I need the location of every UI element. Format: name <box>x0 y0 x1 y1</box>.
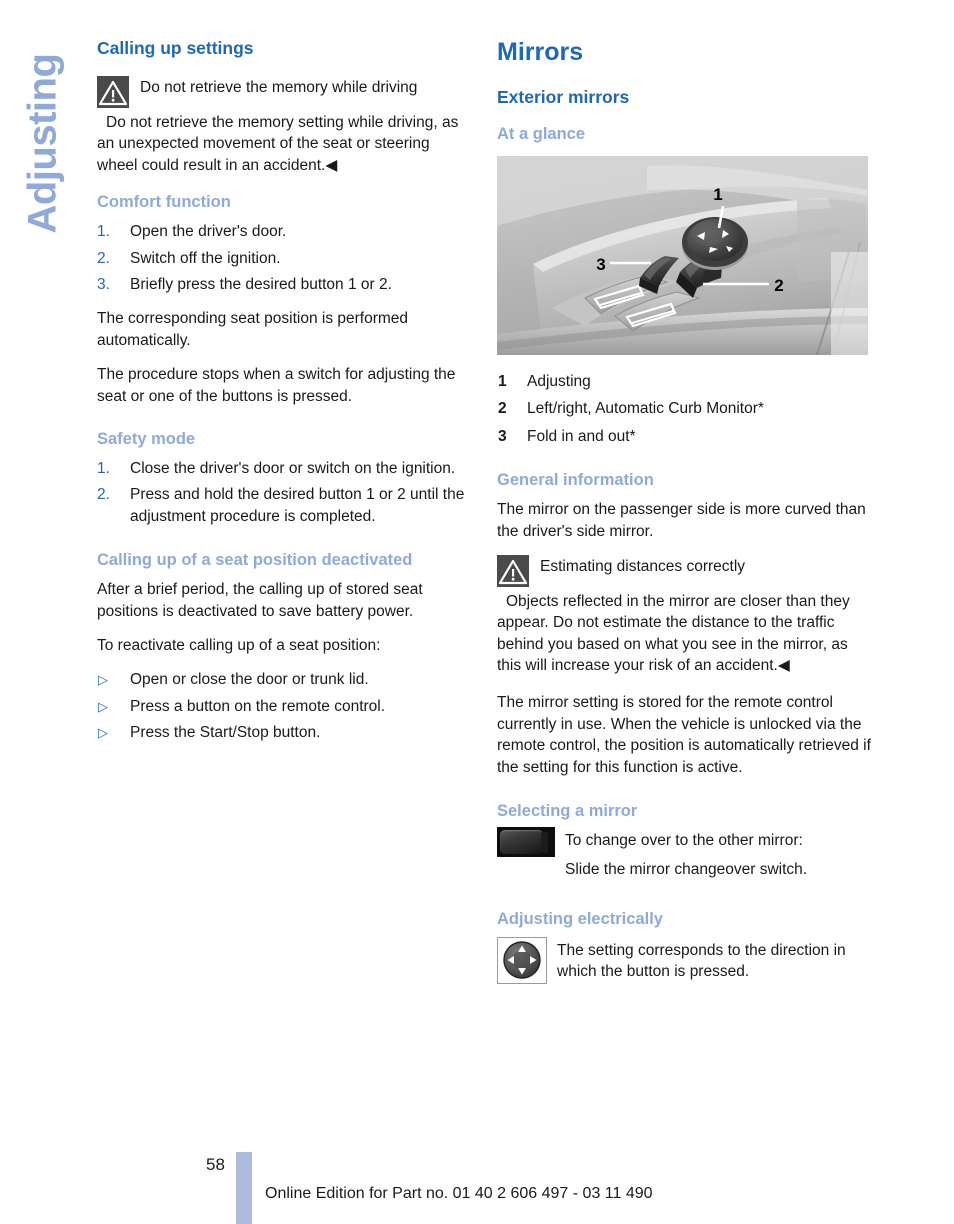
page-title-mirrors: Mirrors <box>497 38 584 66</box>
warning-header: Do not retrieve the memory while driving <box>97 76 472 108</box>
heading-exterior-mirrors: Exterior mirrors <box>497 86 630 107</box>
bullet-text: Press the Start/Stop button. <box>130 724 321 742</box>
left-column: Calling up settings Do not retrieve the … <box>97 38 472 757</box>
comfort-paragraph-2: The procedure stops when a switch for ad… <box>97 366 456 405</box>
list-item: ▷ Press the Start/Stop button. <box>97 722 472 743</box>
safety-mode-steps: 1. Close the driver's door or switch on … <box>97 458 472 527</box>
footer-accent-bar <box>236 1152 252 1224</box>
step-number: 2. <box>97 486 110 504</box>
svg-text:3: 3 <box>596 255 605 274</box>
page-number: 58 <box>206 1155 225 1174</box>
step-text: Briefly press the desired button 1 or 2. <box>130 276 392 293</box>
legend-text: Adjusting <box>527 372 591 390</box>
heading-general-information: General information <box>497 471 654 489</box>
icon-slot <box>497 936 547 984</box>
step-text: Close the driver's door or switch on the… <box>130 460 456 477</box>
chapter-tab-label: Adjusting <box>20 53 65 234</box>
triangle-bullet-icon: ▷ <box>98 698 108 714</box>
svg-text:1: 1 <box>713 185 722 204</box>
deactivated-paragraph-1: After a brief period, the calling up of … <box>97 581 423 620</box>
footer-edition-text: Online Edition for Part no. 01 40 2 606 … <box>265 1185 653 1202</box>
page-title-calling-up-settings: Calling up settings <box>97 38 254 58</box>
warning-block-memory: Do not retrieve the memory while driving… <box>97 76 472 176</box>
triangle-bullet-icon: ▷ <box>98 725 108 741</box>
list-item: 3 Fold in and out* <box>497 426 872 447</box>
svg-text:2: 2 <box>774 276 783 295</box>
step-number: 2. <box>97 249 110 267</box>
warning-body-text: Objects reflected in the mirror are clos… <box>497 592 850 674</box>
heading-safety-mode: Safety mode <box>97 429 196 448</box>
legend-text: Fold in and out* <box>527 427 636 445</box>
warning-block-distances: Estimating distances correctly Objects r… <box>497 554 872 677</box>
legend-number: 1 <box>498 372 507 390</box>
deactivated-paragraph-2: To reactivate calling up of a seat posit… <box>97 637 381 654</box>
step-number: 3. <box>97 276 110 293</box>
selecting-mirror-line-1: To change over to the other mirror: <box>565 832 803 849</box>
reactivate-bullet-list: ▷ Open or close the door or trunk lid. ▷… <box>97 669 472 743</box>
step-number: 1. <box>97 223 110 241</box>
list-item: 2 Left/right, Automatic Curb Monitor* <box>497 398 872 419</box>
heading-at-a-glance: At a glance <box>497 124 586 143</box>
warning-header: Estimating distances correctly <box>497 554 872 587</box>
figure-legend: 1 Adjusting 2 Left/right, Automatic Curb… <box>497 371 872 447</box>
switch-cap <box>500 830 544 854</box>
comfort-paragraph-1: The corresponding seat position is perfo… <box>97 310 409 349</box>
selecting-mirror-line-2: Slide the mirror changeover switch. <box>565 861 808 879</box>
list-item: 1. Open the driver's door. <box>97 221 472 242</box>
bullet-text: Open or close the door or trunk lid. <box>130 671 369 689</box>
warning-triangle-icon <box>97 76 129 108</box>
heading-adjusting-electrically: Adjusting electrically <box>497 909 663 928</box>
warning-body-text: Do not retrieve the memory setting while… <box>97 114 459 174</box>
bullet-text: Press a button on the remote control. <box>130 697 386 715</box>
warning-title: Estimating distances correctly <box>540 557 746 575</box>
step-text: Switch off the ignition. <box>130 249 281 267</box>
list-item: 2. Switch off the ignition. <box>97 248 472 269</box>
legend-number: 2 <box>498 400 507 418</box>
adjusting-electrically-text: The setting corresponds to the direction… <box>557 941 846 981</box>
door-control-panel-photo: 1 3 2 <box>497 155 868 355</box>
right-column: Mirrors Exterior mirrors At a glance 1 3… <box>497 38 872 988</box>
list-item: 2. Press and hold the desired button 1 o… <box>97 484 472 527</box>
switch-edge <box>541 832 548 853</box>
icon-slot <box>497 827 555 857</box>
general-info-paragraph-2: The mirror setting is stored for the rem… <box>497 694 871 776</box>
list-item: ▷ Press a button on the remote control. <box>97 696 472 717</box>
legend-number: 3 <box>498 427 507 445</box>
step-text: Open the driver's door. <box>130 223 287 241</box>
heading-selecting-a-mirror: Selecting a mirror <box>497 801 638 820</box>
adjusting-electrically-row: The setting corresponds to the direction… <box>497 936 872 984</box>
general-info-paragraph-1: The mirror on the passenger side is more… <box>497 501 866 540</box>
list-item: 1. Close the driver's door or switch on … <box>97 458 472 479</box>
step-text: Press and hold the desired button 1 or 2… <box>130 486 465 525</box>
step-number: 1. <box>97 460 110 477</box>
selecting-mirror-text: To change over to the other mirror: Slid… <box>565 827 807 881</box>
heading-seat-position-deactivated: Calling up of a seat position deactivate… <box>97 551 413 570</box>
warning-title: Do not retrieve the memory while driving <box>140 79 418 96</box>
list-item: 1 Adjusting <box>497 371 872 392</box>
list-item: ▷ Open or close the door or trunk lid. <box>97 669 472 690</box>
warning-triangle-icon <box>497 554 529 587</box>
mirror-changeover-switch-icon <box>497 827 555 857</box>
chapter-tab: Adjusting <box>0 0 96 260</box>
selecting-mirror-row: To change over to the other mirror: Slid… <box>497 827 872 881</box>
legend-text: Left/right, Automatic Curb Monitor* <box>527 400 764 418</box>
list-item: 3. Briefly press the desired button 1 or… <box>97 274 472 295</box>
triangle-bullet-icon: ▷ <box>98 672 108 688</box>
heading-comfort-function: Comfort function <box>97 193 231 212</box>
four-way-joystick-icon <box>497 936 547 984</box>
comfort-function-steps: 1. Open the driver's door. 2. Switch off… <box>97 221 472 295</box>
